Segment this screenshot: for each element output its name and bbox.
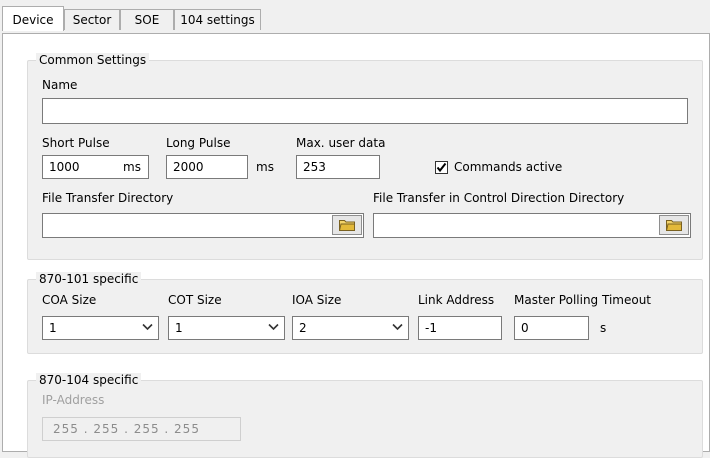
chevron-down-icon (142, 323, 153, 331)
name-label: Name (42, 78, 78, 92)
short-pulse-input[interactable]: 1000 ms (42, 155, 149, 179)
tab-104-settings[interactable]: 104 settings (174, 9, 261, 30)
ioa-size-value: 2 (299, 321, 307, 335)
coa-size-select[interactable]: 1 (42, 316, 159, 340)
ip-address-input[interactable]: 255 . 255 . 255 . 255 (42, 417, 241, 441)
cot-size-value: 1 (175, 321, 183, 335)
browse-control-folder-button[interactable] (659, 215, 689, 235)
coa-size-label: COA Size (42, 293, 97, 307)
short-pulse-label: Short Pulse (42, 136, 110, 150)
file-transfer-control-input[interactable] (373, 213, 691, 238)
cot-size-label: COT Size (168, 293, 222, 307)
file-transfer-label: File Transfer Directory (42, 191, 174, 205)
commands-active-checkbox[interactable] (435, 161, 448, 174)
spec-101-group: 870-101 specific COA Size 1 COT Size 1 I… (27, 272, 703, 354)
folder-icon (666, 220, 682, 231)
spec-104-group: 870-104 specific IP-Address 255 . 255 . … (27, 373, 703, 458)
coa-size-value: 1 (49, 321, 57, 335)
checkmark-icon (436, 162, 447, 173)
short-pulse-value: 1000 (49, 160, 80, 174)
file-transfer-input[interactable] (42, 213, 364, 238)
spec-104-legend: 870-104 specific (36, 373, 142, 387)
common-settings-legend: Common Settings (36, 53, 150, 67)
ip-address-label: IP-Address (42, 393, 105, 407)
master-polling-timeout-label: Master Polling Timeout (514, 293, 652, 307)
long-pulse-input[interactable]: 2000 (166, 155, 248, 179)
long-pulse-unit: ms (256, 160, 274, 174)
master-polling-timeout-input[interactable]: 0 (514, 316, 589, 340)
chevron-down-icon (268, 323, 279, 331)
short-pulse-unit: ms (123, 160, 141, 174)
master-polling-timeout-unit: s (600, 321, 607, 335)
ioa-size-label: IOA Size (292, 293, 342, 307)
tab-soe[interactable]: SOE (120, 9, 174, 30)
spec-101-legend: 870-101 specific (36, 272, 142, 286)
commands-active-label: Commands active (454, 160, 563, 174)
link-address-input[interactable]: -1 (418, 316, 502, 340)
folder-icon (339, 220, 355, 231)
browse-folder-button[interactable] (332, 215, 362, 235)
device-tab-panel: Common Settings Name Short Pulse 1000 ms… (2, 33, 710, 458)
chevron-down-icon (392, 323, 403, 331)
tab-device[interactable]: Device (2, 6, 64, 31)
tab-sector[interactable]: Sector (64, 9, 120, 30)
common-settings-group: Common Settings Name Short Pulse 1000 ms… (27, 53, 703, 260)
max-user-data-input[interactable]: 253 (296, 155, 380, 179)
long-pulse-label: Long Pulse (166, 136, 231, 150)
name-input[interactable] (42, 98, 688, 124)
cot-size-select[interactable]: 1 (168, 316, 285, 340)
ioa-size-select[interactable]: 2 (292, 316, 409, 340)
file-transfer-control-label: File Transfer in Control Direction Direc… (373, 191, 625, 205)
max-user-data-label: Max. user data (296, 136, 386, 150)
link-address-label: Link Address (418, 293, 495, 307)
